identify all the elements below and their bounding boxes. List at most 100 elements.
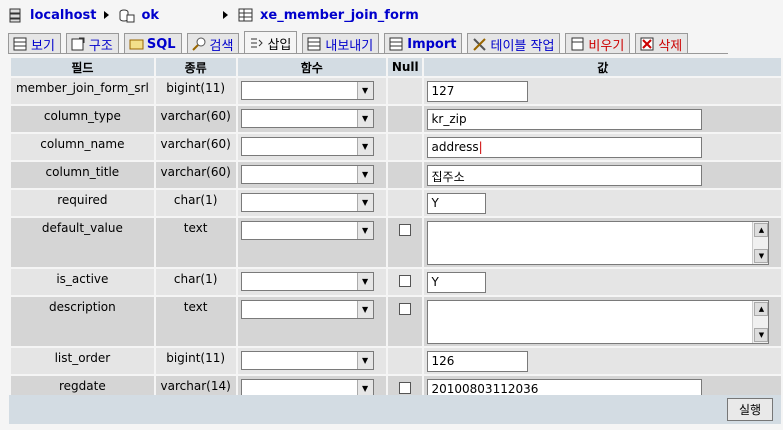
empty-icon	[571, 37, 584, 51]
value-textarea[interactable]: ▲ ▼	[427, 221, 770, 265]
tab-label: 내보내기	[325, 38, 374, 54]
tab-sql[interactable]: SQL	[123, 33, 182, 54]
tab-browse[interactable]: 보기	[8, 33, 61, 54]
tab-label: 삽입	[267, 37, 292, 53]
tab-empty[interactable]: 비우기	[565, 33, 631, 54]
function-cell: ▼	[237, 78, 386, 104]
field-type: bigint(11)	[155, 348, 236, 374]
value-input[interactable]: 집주소	[427, 165, 703, 186]
value-input[interactable]: 126	[427, 351, 529, 372]
tab-drop[interactable]: 삭제	[635, 33, 689, 54]
field-name: list_order	[11, 348, 154, 374]
tab-label: 삭제	[658, 38, 683, 54]
search-icon	[191, 37, 206, 51]
null-checkbox[interactable]	[399, 224, 412, 236]
scroll-up-icon[interactable]: ▲	[754, 302, 769, 316]
value-text: 집주소	[431, 170, 465, 184]
browse-icon	[13, 37, 27, 51]
field-type: varchar(60)	[155, 134, 236, 160]
value-input[interactable]: 127	[427, 81, 529, 102]
column-header-null: Null	[387, 58, 423, 76]
scroll-up-icon[interactable]: ▲	[754, 223, 769, 237]
breadcrumb-table[interactable]: xe_member_join_form	[238, 8, 419, 23]
drop-icon	[640, 37, 654, 51]
chevron-down-icon: ▼	[356, 222, 373, 239]
value-cell: address|	[424, 134, 781, 160]
export-icon	[307, 37, 321, 51]
value-text: 127	[431, 84, 455, 98]
function-select[interactable]: ▼	[240, 351, 374, 370]
value-text: Y	[431, 196, 439, 210]
value-text: kr_zip	[431, 112, 467, 126]
function-cell: ▼	[237, 348, 386, 374]
tab-insert[interactable]: 삽입	[244, 31, 298, 54]
tab-divider	[8, 53, 728, 54]
function-select[interactable]: ▼	[240, 272, 374, 291]
value-textarea[interactable]: ▲ ▼	[427, 300, 770, 344]
tab-search[interactable]: 검색	[186, 33, 240, 54]
value-cell: ▲ ▼	[424, 218, 781, 267]
submit-button[interactable]: 실행	[727, 398, 773, 421]
value-cell: kr_zip	[424, 106, 781, 132]
table-row: column_name varchar(60) ▼ address|	[11, 134, 781, 160]
breadcrumb: localhost ok xe_member_join_form	[8, 5, 419, 25]
value-cell: 126	[424, 348, 781, 374]
tab-label: SQL	[146, 36, 176, 52]
value-input[interactable]: Y	[427, 272, 487, 293]
value-cell: ▲ ▼	[424, 297, 781, 346]
column-header-field: 필드	[11, 58, 154, 76]
value-input[interactable]: address|	[427, 137, 703, 158]
value-input[interactable]: Y	[427, 193, 487, 214]
field-name: member_join_form_srl	[11, 78, 154, 104]
function-cell: ▼	[237, 297, 386, 346]
structure-icon	[71, 37, 85, 51]
server-icon	[9, 8, 21, 22]
value-cell: 집주소	[424, 162, 781, 188]
function-select[interactable]: ▼	[240, 165, 374, 184]
scrollbar[interactable]: ▲ ▼	[752, 222, 769, 264]
null-cell	[387, 269, 423, 295]
scroll-down-icon[interactable]: ▼	[754, 249, 769, 263]
function-select[interactable]: ▼	[240, 221, 374, 240]
value-input[interactable]: kr_zip	[427, 109, 703, 130]
field-type: varchar(60)	[155, 162, 236, 188]
field-name: required	[11, 190, 154, 216]
column-header-value: 값	[424, 58, 781, 76]
function-select[interactable]: ▼	[240, 81, 374, 100]
chevron-down-icon: ▼	[356, 301, 373, 318]
function-select[interactable]: ▼	[240, 109, 374, 128]
null-checkbox[interactable]	[399, 382, 412, 394]
null-checkbox[interactable]	[399, 303, 412, 315]
breadcrumb-separator-icon	[223, 11, 229, 19]
value-text: 126	[431, 354, 455, 368]
table-row: is_active char(1) ▼ Y	[11, 269, 781, 295]
breadcrumb-database[interactable]: ok	[119, 8, 159, 23]
table-header-row: 필드 종류 함수 Null 값	[11, 58, 781, 76]
tab-import[interactable]: Import	[384, 33, 463, 54]
scrollbar[interactable]: ▲ ▼	[752, 301, 769, 343]
function-cell: ▼	[237, 162, 386, 188]
breadcrumb-table-label: xe_member_join_form	[260, 7, 419, 23]
function-select[interactable]: ▼	[240, 300, 374, 319]
tab-export[interactable]: 내보내기	[302, 33, 380, 54]
null-cell	[387, 162, 423, 188]
breadcrumb-server[interactable]: localhost	[8, 8, 96, 23]
field-name: description	[11, 297, 154, 346]
null-checkbox[interactable]	[399, 275, 412, 287]
table-icon	[238, 8, 253, 21]
table-row: column_type varchar(60) ▼ kr_zip	[11, 106, 781, 132]
scroll-down-icon[interactable]: ▼	[754, 328, 769, 342]
function-select[interactable]: ▼	[240, 193, 374, 212]
import-icon	[389, 37, 403, 51]
value-text: Y	[431, 275, 439, 289]
function-select[interactable]: ▼	[240, 137, 374, 156]
tab-structure[interactable]: 구조	[65, 33, 119, 54]
operations-icon	[473, 38, 487, 51]
null-cell	[387, 218, 423, 267]
field-name: default_value	[11, 218, 154, 267]
table-row: list_order bigint(11) ▼ 126	[11, 348, 781, 374]
chevron-down-icon: ▼	[356, 352, 373, 369]
tab-operations[interactable]: 테이블 작업	[467, 33, 561, 54]
field-type: varchar(60)	[155, 106, 236, 132]
tab-label: 보기	[31, 38, 55, 54]
